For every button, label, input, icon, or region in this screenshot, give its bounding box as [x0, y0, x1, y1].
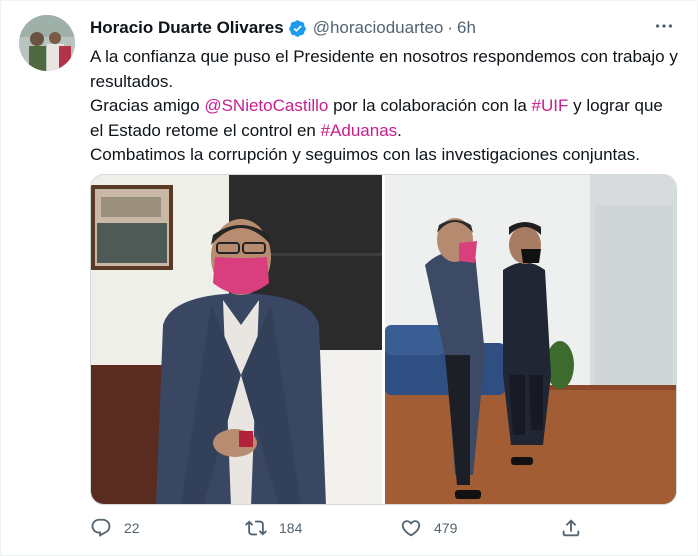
share-button[interactable] [560, 517, 594, 539]
avatar-image [19, 15, 75, 71]
more-options-button[interactable] [653, 15, 675, 43]
reply-count: 22 [124, 520, 140, 536]
avatar[interactable] [19, 15, 75, 71]
hashtag-aduanas-link[interactable]: #Aduanas [321, 121, 398, 140]
tweet-header: Horacio Duarte Olivares @horacioduarteo … [90, 18, 476, 38]
more-horizontal-icon [655, 24, 673, 28]
photo-2-image [385, 175, 676, 504]
retweet-button[interactable]: 184 [245, 517, 302, 539]
like-button[interactable]: 479 [400, 517, 457, 539]
heart-icon [401, 520, 421, 537]
text-segment: Gracias amigo [90, 96, 205, 115]
text-segment: . [397, 120, 402, 140]
verified-badge-icon [288, 19, 306, 37]
separator-dot: · [447, 18, 454, 37]
author-handle[interactable]: @horacioduarteo [313, 18, 444, 38]
tweet-text-line-2: Gracias amigo @SNietoCastillo por la col… [90, 94, 680, 143]
tweet-text-line-3: Combatimos la corrupción y seguimos con … [90, 145, 640, 164]
retweet-count: 184 [279, 520, 303, 536]
text-segment: por la colaboración con la [328, 96, 532, 115]
tweet-text-line-1: A la confianza que puso el Presidente en… [90, 47, 678, 91]
mention-link[interactable]: @SNietoCastillo [204, 96, 328, 115]
tweet-timestamp[interactable]: 6h [457, 18, 476, 38]
photo-1-image [91, 175, 382, 504]
tweet-card[interactable]: Horacio Duarte Olivares @horacioduarteo … [0, 0, 698, 556]
share-icon [562, 519, 580, 537]
media-grid [90, 174, 677, 505]
reply-button[interactable]: 22 [90, 517, 140, 539]
photo-1[interactable] [91, 175, 382, 504]
tweet-text: A la confianza que puso el Presidente en… [90, 45, 680, 168]
author-name[interactable]: Horacio Duarte Olivares [90, 18, 284, 38]
tweet-actions: 22 184 479 [90, 517, 590, 545]
reply-icon [91, 518, 111, 537]
photo-2[interactable] [385, 175, 676, 504]
like-count: 479 [434, 520, 458, 536]
retweet-icon [245, 520, 267, 536]
hashtag-uif-link[interactable]: #UIF [532, 96, 569, 115]
